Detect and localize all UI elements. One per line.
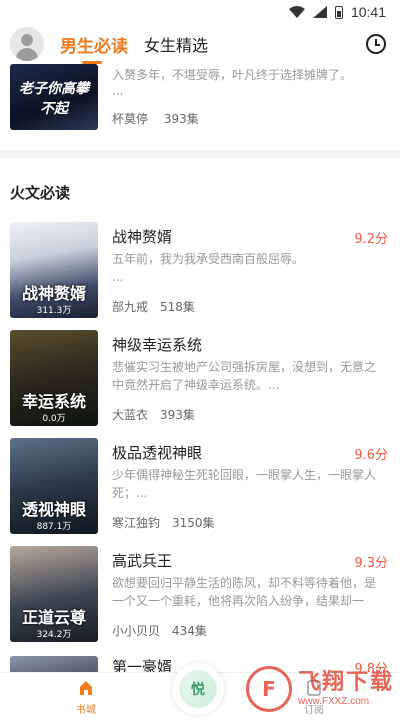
cover-title: 战神赘婿: [21, 284, 86, 303]
book-title: 高武兵王: [112, 552, 173, 570]
history-clock-icon[interactable]: [366, 34, 386, 54]
book-item[interactable]: 透视神眼 887.1万 极品透视神眼 9.6分 少年偶得神秘生死轮回眼，一眼掌人…: [0, 438, 400, 538]
cover-count: 324.2万: [36, 630, 72, 640]
book-description: 悲催实习生被地产公司强拆房屋，没想到，无意之中竟然开启了神级幸运系统。...: [112, 360, 377, 392]
section-divider: [0, 150, 400, 158]
book-meta: 小小贝贝 434集: [112, 622, 207, 639]
header: 男生必读 女生精选: [0, 24, 400, 64]
book-meta: 大蓝衣 393集: [112, 406, 195, 423]
cover-title: 幸运系统: [21, 392, 86, 411]
cover-count: 0.0万: [42, 414, 66, 424]
book-item[interactable]: 幸运系统 0.0万 神级幸运系统 悲催实习生被地产公司强拆房屋，没想到，无意之中…: [0, 330, 400, 430]
book-score: 9.2分: [354, 232, 388, 247]
book-episodes: 393集: [163, 112, 199, 126]
avatar[interactable]: [10, 27, 44, 61]
reading-icon: 悦: [179, 670, 217, 708]
book-title: 神级幸运系统: [112, 336, 203, 354]
bottom-nav: 书城 悦 订阅: [0, 663, 400, 720]
book-score: 9.3分: [354, 556, 388, 571]
cover-title: 透视神眼: [21, 500, 86, 519]
book-author: 大蓝衣: [112, 408, 149, 422]
book-author: 部九戒: [112, 300, 149, 314]
book-cover: 透视神眼 887.1万: [10, 438, 98, 534]
cover-title: 老子你高攀不起: [19, 81, 89, 117]
book-episodes: 393集: [160, 408, 195, 422]
book-meta: 杯莫停 393集: [112, 110, 199, 127]
book-cover: 幸运系统 0.0万: [10, 330, 98, 426]
book-author: 杯莫停: [112, 112, 149, 126]
book-author: 寒江独钓: [112, 516, 161, 530]
wifi-icon: [288, 6, 305, 18]
book-item[interactable]: 战神赘婿 311.3万 战神赘婿 9.2分 五年前，我为我承受西南百般屈辱。 .…: [0, 222, 400, 322]
cover-title: 正道云尊: [21, 608, 86, 627]
book-meta: 寒江独钓 3150集: [112, 514, 215, 531]
battery-icon: [334, 5, 343, 19]
nav-label: 书城: [76, 705, 96, 716]
book-item[interactable]: 正道云尊 324.2万 高武兵王 9.3分 欲想要回归平静生活的陈风，却不料等待…: [0, 546, 400, 646]
avatar-head: [21, 34, 33, 46]
book-description-more: ...: [112, 270, 124, 284]
center-reading-button[interactable]: 悦: [172, 663, 224, 715]
nav-subscribe[interactable]: 订阅: [284, 679, 344, 716]
cover-count: 311.3万: [36, 306, 72, 316]
book-cover: 战神赘婿 311.3万: [10, 222, 98, 318]
status-time: 10:41: [350, 4, 386, 20]
book-title: 极品透视神眼: [112, 444, 203, 462]
book-score: 9.6分: [354, 448, 388, 463]
book-description: 欲想要回归平静生活的陈风，却不料等待着他，是一个又一个重耗，他将再次陷入纷争，结…: [112, 576, 377, 608]
book-cover: 正道云尊 324.2万: [10, 546, 98, 642]
book-description-more: ...: [112, 84, 124, 98]
partial-book-item[interactable]: 老子你高攀不起 入赘多年，不堪受辱，叶凡终于选择摊牌了。 ... 杯莫停 393…: [0, 64, 400, 142]
book-title: 战神赘婿: [112, 228, 173, 246]
nav-label: 订阅: [304, 705, 324, 716]
book-description-text: 五年前，我为我承受西南百般屈辱。: [112, 252, 305, 266]
book-author: 小小贝贝: [112, 624, 161, 638]
tab-female[interactable]: 女生精选: [144, 32, 208, 56]
nav-bookstore[interactable]: 书城: [56, 679, 116, 716]
book-cover: 老子你高攀不起: [10, 64, 98, 130]
book-meta: 部九戒 518集: [112, 298, 195, 315]
section-title: 火文必读: [10, 184, 71, 202]
book-description: 入赘多年，不堪受辱，叶凡终于选择摊牌了。: [112, 68, 353, 82]
status-bar: 10:41: [0, 0, 400, 24]
book-episodes: 3150集: [172, 516, 215, 530]
cover-count: 887.1万: [36, 522, 72, 532]
book-description: 少年偶得神秘生死轮回眼，一眼掌人生，一眼掌人死；...: [112, 468, 377, 500]
signal-icon: [312, 6, 327, 18]
bookstore-icon: [80, 681, 92, 695]
book-description: 五年前，我为我承受西南百般屈辱。 ...: [112, 250, 382, 286]
book-episodes: 518集: [160, 300, 195, 314]
tab-male[interactable]: 男生必读: [60, 32, 128, 64]
subscribe-icon: [307, 680, 321, 696]
avatar-body: [16, 48, 38, 61]
book-episodes: 434集: [172, 624, 207, 638]
